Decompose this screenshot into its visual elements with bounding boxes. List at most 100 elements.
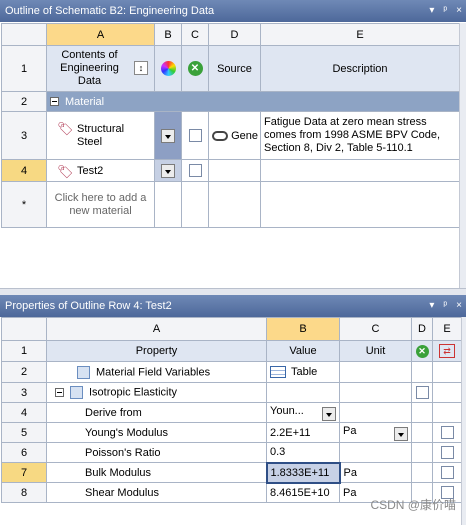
derive-from-select[interactable]: Youn... [270, 405, 304, 417]
contents-header[interactable]: Contents of Engineering Data ↕ [46, 45, 155, 92]
panel-splitter[interactable] [0, 288, 466, 295]
parameter-checkbox-cell[interactable] [432, 422, 462, 443]
property-name: Material Field Variables [96, 365, 211, 378]
value-input[interactable]: 1.8333E+11 [265, 461, 341, 484]
close-icon[interactable]: × [456, 0, 462, 22]
property-header: Property [46, 340, 267, 362]
chevron-down-icon[interactable] [394, 426, 408, 441]
suppress-checkbox[interactable] [415, 386, 429, 399]
table-row[interactable]: 4 🏷 Test2 [1, 159, 460, 182]
description-cell [260, 159, 460, 182]
row-number: 6 [1, 442, 47, 463]
material-dropdown-cell[interactable] [154, 111, 182, 160]
table-row[interactable]: 5 Young's Modulus 2.2E+11 Pa [1, 422, 462, 443]
parameter-checkbox[interactable] [440, 446, 454, 459]
source-header: Source [208, 45, 261, 92]
sort-icon[interactable]: ↕ [134, 61, 148, 75]
col-header-c[interactable]: C [339, 317, 412, 341]
col-header-b[interactable]: B [154, 23, 182, 46]
suppress-checkbox[interactable] [188, 164, 202, 177]
top-panel-scrollbar[interactable] [459, 23, 466, 293]
row-number: 2 [1, 361, 47, 383]
property-cell[interactable]: Material Field Variables [46, 361, 267, 383]
empty-cell [411, 462, 433, 483]
row-number: 7 [1, 462, 47, 483]
material-name-cell[interactable]: 🏷 Test2 [46, 159, 155, 182]
value-cell[interactable]: Youn... [266, 402, 340, 423]
material-dropdown-cell[interactable] [154, 159, 182, 182]
source-text: Gene [231, 129, 258, 142]
collapse-icon[interactable] [55, 388, 64, 397]
properties-table: A B C D E 1 Property Value Unit ✕ ⇄ 2 Ma… [1, 317, 462, 503]
unit-cell [339, 402, 412, 423]
row-number: 8 [1, 482, 47, 503]
suppress-checkbox-cell[interactable] [411, 382, 433, 403]
description-cell: Fatigue Data at zero mean stress comes f… [260, 111, 460, 160]
property-name: Poisson's Ratio [46, 442, 267, 463]
col-header-a[interactable]: A [46, 317, 267, 341]
col-header-b[interactable]: B [266, 317, 340, 341]
unit-select[interactable]: Pa [343, 425, 356, 437]
col-header-e[interactable]: E [260, 23, 460, 46]
add-material-row[interactable]: * Click here to add a new material [1, 181, 460, 228]
table-row[interactable]: 3 Isotropic Elasticity [1, 382, 462, 403]
outline-panel-title: Outline of Schematic B2: Engineering Dat… [0, 0, 466, 22]
unit-header: Unit [339, 340, 412, 362]
material-name: Structural Steel [77, 122, 125, 148]
property-cell[interactable]: Isotropic Elasticity [46, 382, 267, 403]
suppress-checkbox-cell[interactable] [181, 159, 209, 182]
row-number: * [1, 181, 47, 228]
parameter-checkbox-cell[interactable] [432, 442, 462, 463]
table-icon [270, 366, 286, 379]
empty-cell [154, 181, 182, 228]
chevron-down-icon[interactable] [322, 406, 336, 421]
value-input[interactable]: 8.4615E+10 [266, 482, 340, 503]
pin-icon[interactable]: ᵖ [443, 295, 447, 317]
suppress-column-header: ✕ [181, 45, 209, 92]
parameter-icon: ⇄ [439, 344, 455, 358]
panel-menu-icon[interactable]: ▾ [429, 0, 434, 22]
pin-icon[interactable]: ᵖ [443, 0, 447, 22]
suppress-checkbox-cell[interactable] [181, 111, 209, 160]
col-header-d[interactable]: D [208, 23, 261, 46]
row-number: 1 [1, 45, 47, 92]
green-x-icon: ✕ [187, 61, 203, 76]
value-header: Value [266, 340, 340, 362]
material-group-row[interactable]: Material [46, 91, 460, 112]
properties-title-text: Properties of Outline Row 4: Test2 [5, 300, 172, 312]
chevron-down-icon[interactable] [161, 128, 175, 143]
collapse-icon[interactable] [50, 97, 59, 107]
col-header-c[interactable]: C [181, 23, 209, 46]
source-cell[interactable] [208, 159, 261, 182]
table-row[interactable]: 4 Derive from Youn... [1, 402, 462, 423]
field-variables-icon [77, 365, 90, 379]
value-input[interactable]: 0.3 [266, 442, 340, 463]
add-material-placeholder[interactable]: Click here to add a new material [50, 192, 151, 218]
add-material-cell[interactable]: Click here to add a new material [46, 181, 155, 228]
parameter-checkbox[interactable] [440, 426, 454, 439]
group-label: Material [65, 95, 105, 108]
chevron-down-icon[interactable] [161, 163, 175, 178]
col-header-a[interactable]: A [46, 23, 155, 46]
material-tag-icon: 🏷 [57, 120, 74, 136]
row-number: 1 [1, 340, 47, 362]
parameter-checkbox[interactable] [440, 466, 454, 479]
table-row[interactable]: 3 🏷 Structural Steel Gene Fatigue Data a… [1, 111, 460, 160]
parameter-checkbox-cell[interactable] [432, 462, 462, 483]
panel-menu-icon[interactable]: ▾ [429, 295, 434, 317]
source-cell[interactable]: Gene [208, 111, 261, 160]
value-input[interactable]: 2.2E+11 [266, 422, 340, 443]
table-row[interactable]: 7 Bulk Modulus 1.8333E+11 Pa [1, 461, 462, 484]
property-name: Derive from [46, 402, 267, 423]
col-header-d[interactable]: D [411, 317, 433, 341]
unit-cell[interactable]: Pa [339, 422, 412, 443]
col-header-e[interactable]: E [432, 317, 462, 341]
suppress-checkbox[interactable] [188, 129, 202, 142]
close-icon[interactable]: × [456, 295, 462, 317]
empty-cell [432, 402, 462, 423]
bottom-panel-scrollbar[interactable] [461, 317, 466, 525]
value-cell[interactable]: Table [266, 361, 340, 383]
table-row[interactable]: 2 Material Field Variables Table [1, 361, 462, 383]
table-row[interactable]: 6 Poisson's Ratio 0.3 [1, 442, 462, 463]
material-name-cell[interactable]: 🏷 Structural Steel [46, 111, 155, 160]
